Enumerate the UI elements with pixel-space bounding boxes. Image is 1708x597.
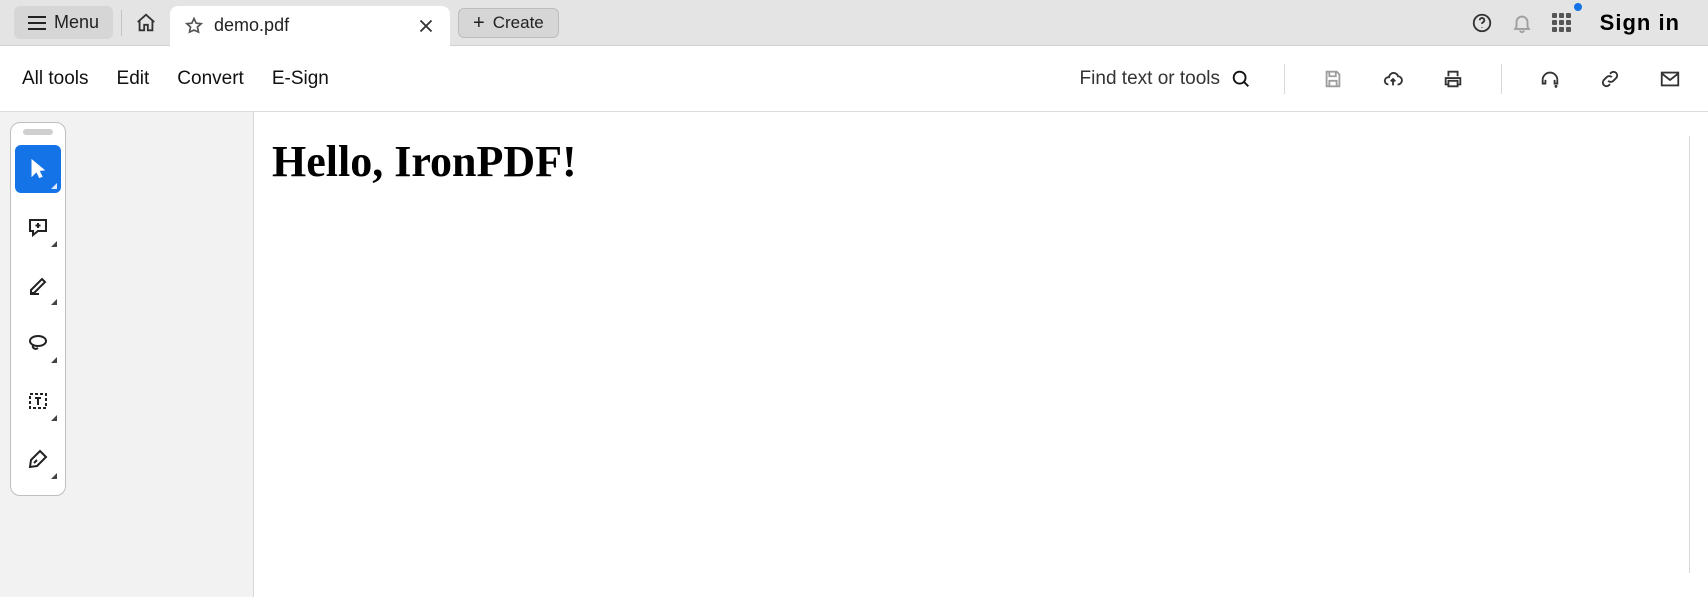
headset-plus-icon xyxy=(1539,68,1561,90)
create-label: Create xyxy=(493,13,544,33)
star-icon xyxy=(184,16,204,36)
find-placeholder: Find text or tools xyxy=(1080,68,1220,90)
toolbar-edit[interactable]: Edit xyxy=(117,68,150,90)
draw-tool[interactable] xyxy=(15,319,61,367)
document-toolbar: All tools Edit Convert E-Sign Find text … xyxy=(0,46,1708,112)
link-button[interactable] xyxy=(1594,63,1626,95)
plus-icon: + xyxy=(473,13,485,33)
notification-dot xyxy=(1574,3,1582,11)
left-panel xyxy=(0,112,254,597)
lasso-icon xyxy=(26,331,50,355)
sign-tool[interactable] xyxy=(15,435,61,483)
sign-in-button[interactable]: Sign in xyxy=(1586,10,1694,36)
menu-button[interactable]: Menu xyxy=(14,6,113,39)
notifications-button[interactable] xyxy=(1506,7,1538,39)
apps-button[interactable] xyxy=(1546,7,1578,39)
bell-icon xyxy=(1511,12,1533,34)
home-button[interactable] xyxy=(130,7,162,39)
print-button[interactable] xyxy=(1437,63,1469,95)
share-collaborate-button[interactable] xyxy=(1534,63,1566,95)
workspace: Hello, IronPDF! xyxy=(0,112,1708,597)
tab-title: demo.pdf xyxy=(214,15,404,36)
apps-grid-icon xyxy=(1552,13,1572,33)
separator xyxy=(1284,64,1285,94)
save-button[interactable] xyxy=(1317,63,1349,95)
search-icon xyxy=(1230,68,1252,90)
print-icon xyxy=(1442,68,1464,90)
document-tab[interactable]: demo.pdf xyxy=(170,6,450,46)
text-box-icon xyxy=(26,389,50,413)
cloud-upload-button[interactable] xyxy=(1377,63,1409,95)
create-button[interactable]: + Create xyxy=(458,8,559,38)
email-button[interactable] xyxy=(1654,63,1686,95)
pdf-page: Hello, IronPDF! xyxy=(272,136,1690,573)
drag-handle[interactable] xyxy=(23,129,53,135)
cloud-upload-icon xyxy=(1382,68,1404,90)
menu-label: Menu xyxy=(54,12,99,33)
find-group[interactable]: Find text or tools xyxy=(1080,68,1252,90)
pencil-edge-icon xyxy=(26,273,50,297)
text-box-tool[interactable] xyxy=(15,377,61,425)
fountain-pen-icon xyxy=(26,447,50,471)
document-viewport[interactable]: Hello, IronPDF! xyxy=(254,112,1708,597)
close-icon xyxy=(415,15,437,37)
comment-icon xyxy=(26,215,50,239)
tab-close-button[interactable] xyxy=(414,14,438,38)
toolbar-convert[interactable]: Convert xyxy=(177,68,244,90)
tool-strip xyxy=(10,122,66,496)
hamburger-icon xyxy=(28,16,46,30)
toolbar-esign[interactable]: E-Sign xyxy=(272,68,329,90)
select-tool[interactable] xyxy=(15,145,61,193)
app-titlebar: Menu demo.pdf + Create Sign in xyxy=(0,0,1708,46)
home-icon xyxy=(135,12,157,34)
save-icon xyxy=(1322,68,1344,90)
cursor-icon xyxy=(26,157,50,181)
pdf-heading: Hello, IronPDF! xyxy=(272,136,1649,187)
separator xyxy=(1501,64,1502,94)
help-button[interactable] xyxy=(1466,7,1498,39)
separator xyxy=(121,10,122,36)
highlight-tool[interactable] xyxy=(15,261,61,309)
toolbar-all-tools[interactable]: All tools xyxy=(22,68,89,90)
link-icon xyxy=(1599,68,1621,90)
mail-icon xyxy=(1659,68,1681,90)
comment-tool[interactable] xyxy=(15,203,61,251)
help-icon xyxy=(1471,12,1493,34)
